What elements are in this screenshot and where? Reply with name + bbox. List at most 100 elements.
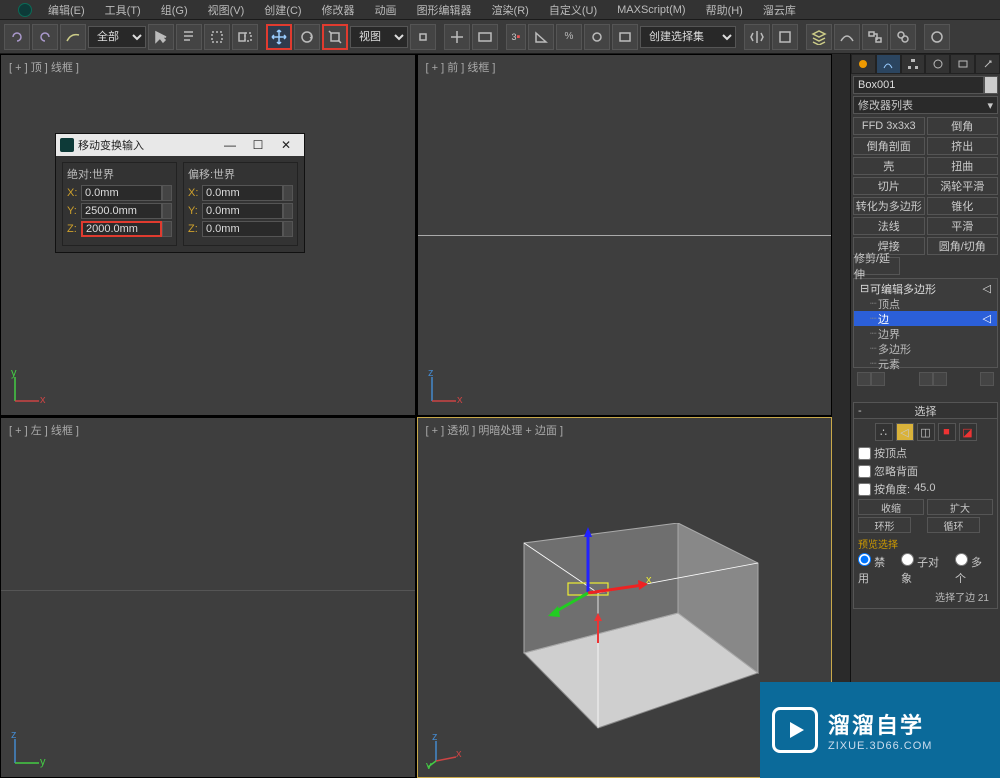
element-mode-icon[interactable]: ◪	[959, 423, 977, 441]
mod-btn-to-poly[interactable]: 转化为多边形	[853, 197, 925, 215]
menu-help[interactable]: 帮助(H)	[696, 0, 753, 21]
pin-stack-button[interactable]	[857, 372, 871, 386]
modifier-stack[interactable]: ⊟可编辑多边形◁ ┈顶点 ┈边◁ ┈边界 ┈多边形 ┈元素	[853, 278, 998, 368]
polygon-mode-icon[interactable]: ■	[938, 423, 956, 441]
undo-button[interactable]	[4, 24, 30, 50]
mod-btn-chamfer[interactable]: 倒角	[927, 117, 999, 135]
ref-coord-dropdown[interactable]: 视图	[350, 26, 408, 48]
angle-snap-button[interactable]	[528, 24, 554, 50]
schematic-view-button[interactable]	[862, 24, 888, 50]
menu-customize[interactable]: 自定义(U)	[539, 0, 607, 21]
snap-2d-button[interactable]: 3▪	[506, 24, 526, 50]
select-and-rotate-button[interactable]	[294, 24, 320, 50]
mod-btn-turbosmooth[interactable]: 涡轮平滑	[927, 177, 999, 195]
selection-filter-dropdown[interactable]: 全部	[88, 26, 146, 48]
mirror-button[interactable]	[744, 24, 770, 50]
menu-animation[interactable]: 动画	[365, 0, 407, 21]
by-vertex-checkbox[interactable]	[858, 447, 871, 460]
minimize-button[interactable]: —	[216, 138, 244, 152]
edge-mode-icon[interactable]: ◁	[896, 423, 914, 441]
remove-modifier-button[interactable]	[933, 372, 947, 386]
stack-item-element[interactable]: ┈元素	[854, 356, 997, 371]
menu-views[interactable]: 视图(V)	[198, 0, 255, 21]
mod-btn-trim-extend[interactable]: 修剪/延伸	[853, 257, 900, 275]
radio-multi[interactable]: 多个	[955, 553, 993, 586]
menu-graph-editors[interactable]: 图形编辑器	[407, 0, 482, 21]
render-setup-button[interactable]	[924, 24, 950, 50]
radio-disable[interactable]: 禁用	[858, 553, 896, 586]
curve-editor-button[interactable]	[834, 24, 860, 50]
lightbulb-icon[interactable]: ◁	[983, 282, 991, 295]
menu-tools[interactable]: 工具(T)	[95, 0, 151, 21]
select-and-move-button[interactable]	[266, 24, 292, 50]
configure-modifier-sets-button[interactable]	[980, 372, 994, 386]
motion-tab[interactable]	[925, 54, 950, 74]
select-by-name-button[interactable]	[176, 24, 202, 50]
menu-edit[interactable]: 编辑(E)	[38, 0, 95, 21]
spinner-icon[interactable]	[162, 221, 172, 237]
menu-rendering[interactable]: 渲染(R)	[482, 0, 539, 21]
menu-maxscript[interactable]: MAXScript(M)	[607, 1, 695, 19]
angle-input[interactable]: 45.0	[914, 482, 993, 496]
keyboard-shortcut-button[interactable]	[472, 24, 498, 50]
mod-btn-shell[interactable]: 壳	[853, 157, 925, 175]
mod-btn-smooth[interactable]: 平滑	[927, 217, 999, 235]
spinner-icon[interactable]	[283, 203, 293, 219]
ring-button[interactable]: 环形	[858, 517, 911, 533]
material-editor-button[interactable]	[890, 24, 916, 50]
shrink-button[interactable]: 收缩	[858, 499, 924, 515]
spinner-icon[interactable]	[983, 517, 993, 533]
border-mode-icon[interactable]: ◫	[917, 423, 935, 441]
redo-button[interactable]	[32, 24, 58, 50]
modifier-list-dropdown[interactable]: 修改器列表	[853, 96, 998, 114]
abs-z-input[interactable]: 2000.0mm	[81, 221, 162, 237]
edit-named-selection-button[interactable]	[612, 24, 638, 50]
spinner-icon[interactable]	[162, 185, 172, 201]
move-transform-type-in-dialog[interactable]: 移动变换输入 — ☐ ✕ 绝对:世界 X:0.0mm Y:2500.0mm Z:…	[55, 133, 305, 253]
named-selection-dropdown[interactable]: 创建选择集	[640, 26, 736, 48]
window-crossing-button[interactable]	[232, 24, 258, 50]
close-button[interactable]: ✕	[272, 138, 300, 152]
stack-item-polygon[interactable]: ┈多边形	[854, 341, 997, 356]
select-object-button[interactable]	[148, 24, 174, 50]
mod-btn-slice[interactable]: 切片	[853, 177, 925, 195]
rollout-header[interactable]: -选择	[854, 403, 997, 419]
link-button[interactable]	[60, 24, 86, 50]
abs-y-input[interactable]: 2500.0mm	[81, 203, 162, 219]
by-angle-checkbox[interactable]	[858, 483, 871, 496]
vertex-mode-icon[interactable]: ∴	[875, 423, 893, 441]
stack-item-border[interactable]: ┈边界	[854, 326, 997, 341]
utilities-tab[interactable]	[975, 54, 1000, 74]
mod-btn-taper[interactable]: 锥化	[927, 197, 999, 215]
modify-tab[interactable]	[876, 54, 901, 74]
off-y-input[interactable]: 0.0mm	[202, 203, 283, 219]
ignore-backfacing-checkbox[interactable]	[858, 465, 871, 478]
select-rect-button[interactable]	[204, 24, 230, 50]
align-button[interactable]	[772, 24, 798, 50]
select-manipulate-button[interactable]	[444, 24, 470, 50]
use-pivot-center-button[interactable]	[410, 24, 436, 50]
spinner-icon[interactable]	[162, 203, 172, 219]
spinner-icon[interactable]	[914, 517, 924, 533]
viewport-left[interactable]: [ + ] 左 ] 线框 ] zy	[0, 417, 416, 778]
show-end-result-button[interactable]	[871, 372, 885, 386]
off-z-input[interactable]: 0.0mm	[202, 221, 283, 237]
menu-liuyunku[interactable]: 溜云库	[753, 0, 806, 21]
display-tab[interactable]	[950, 54, 975, 74]
spinner-snap-button[interactable]	[584, 24, 610, 50]
spinner-icon[interactable]	[283, 185, 293, 201]
mod-btn-bevel-profile[interactable]: 倒角剖面	[853, 137, 925, 155]
make-unique-button[interactable]	[919, 372, 933, 386]
mod-btn-twist[interactable]: 扭曲	[927, 157, 999, 175]
loop-button[interactable]: 循环	[927, 517, 980, 533]
maximize-button[interactable]: ☐	[244, 138, 272, 152]
layer-manager-button[interactable]	[806, 24, 832, 50]
app-logo-icon[interactable]	[18, 3, 32, 17]
radio-subobj[interactable]: 子对象	[901, 553, 950, 586]
select-and-scale-button[interactable]	[322, 24, 348, 50]
grow-button[interactable]: 扩大	[927, 499, 993, 515]
off-x-input[interactable]: 0.0mm	[202, 185, 283, 201]
mod-btn-fillet[interactable]: 圆角/切角	[927, 237, 999, 255]
menu-modifiers[interactable]: 修改器	[312, 0, 365, 21]
menu-group[interactable]: 组(G)	[151, 0, 198, 21]
